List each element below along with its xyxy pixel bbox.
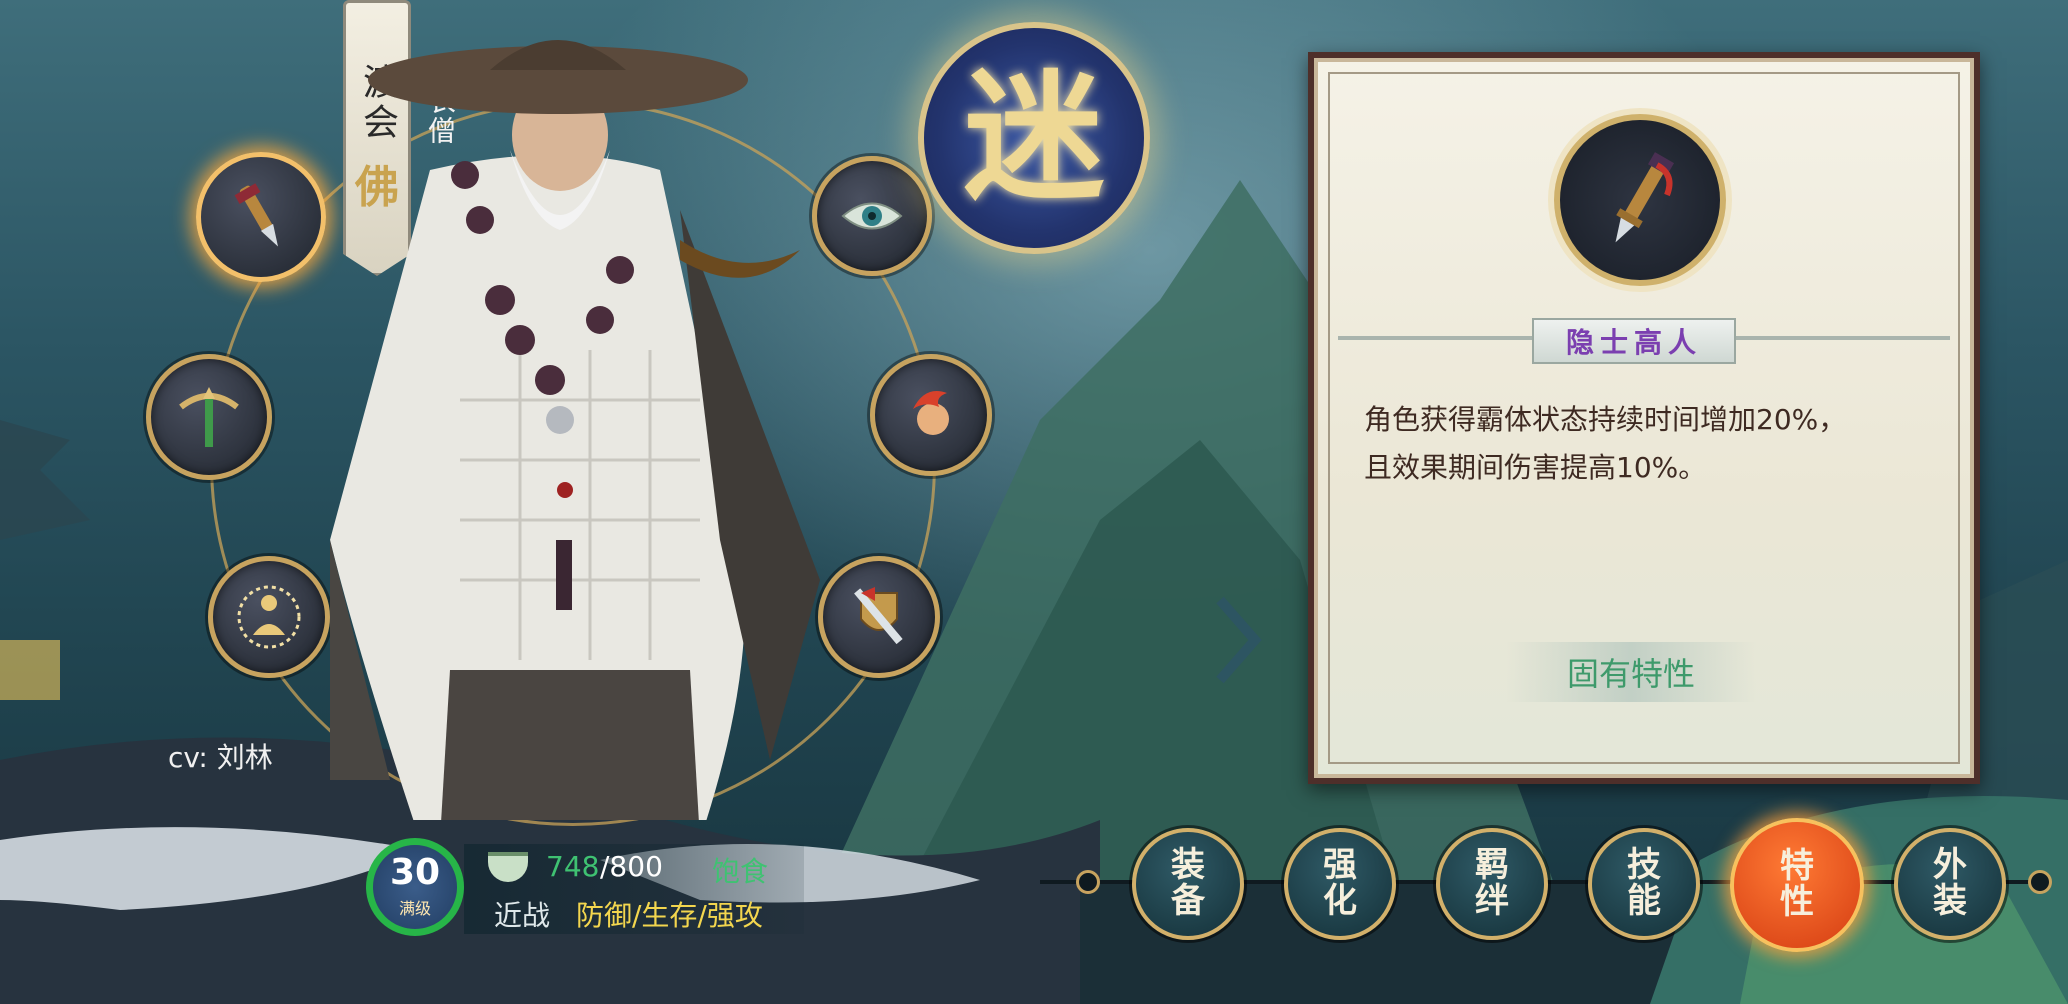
tab-bond-label: 羁绊 <box>1475 845 1509 921</box>
trait-description-line-2: 且效果期间伤害提高10%。 <box>1364 451 1707 484</box>
tab-equipment[interactable]: 装备 <box>1132 828 1244 940</box>
dagger-icon <box>1615 152 1675 243</box>
trait-name: 隐士高人 <box>1565 326 1702 359</box>
tab-traits[interactable]: 特性 <box>1730 818 1864 952</box>
stamina-state: 饱食 <box>712 855 769 888</box>
stamina-max: /800 <box>600 850 663 883</box>
tab-appearance-label: 外装 <box>1933 845 1967 921</box>
rail-dot-right <box>2028 870 2052 894</box>
game-scene: 迷 渡会 佛 白衣僧 <box>0 0 2068 1004</box>
emblem-label: 迷 <box>963 56 1104 220</box>
level-caption: 满级 <box>398 899 431 918</box>
skill-slot-eye[interactable] <box>812 156 932 276</box>
tab-traits-label: 特性 <box>1780 846 1814 922</box>
tab-appearance[interactable]: 外装 <box>1894 828 2006 940</box>
combat-type: 近战 <box>494 899 551 932</box>
rail-dot-left <box>1076 870 1100 894</box>
character-status-bar: 30 满级 748 /800 饱食 近战 防御/生存/强攻 <box>360 838 810 944</box>
trait-name-badge: 隐士高人 <box>1532 318 1736 364</box>
trait-description: 角色获得霸体状态持续时间增加20%， 且效果期间伤害提高10%。 <box>1364 396 1944 492</box>
skill-slot-crossbow[interactable] <box>146 354 272 480</box>
voice-actor-label: cv: 刘林 <box>168 741 273 774</box>
skill-slot-flame-spirit[interactable] <box>870 354 992 476</box>
trait-icon-frame <box>1554 114 1726 286</box>
tab-skills-label: 技能 <box>1627 845 1661 921</box>
tab-bond[interactable]: 羁绊 <box>1436 828 1548 940</box>
tab-enhance[interactable]: 强化 <box>1284 828 1396 940</box>
mystery-emblem[interactable]: 迷 <box>918 22 1150 254</box>
trait-category: 固有特性 <box>1566 655 1695 693</box>
trait-description-line-1: 角色获得霸体状态持续时间增加20%， <box>1364 403 1847 436</box>
skill-slot-sword-shield[interactable] <box>818 556 940 678</box>
crossbow-icon <box>179 387 239 447</box>
character-portrait <box>330 40 820 820</box>
trait-category-tag: 固有特性 <box>1506 642 1756 702</box>
level-value: 30 <box>389 852 441 893</box>
meditation-icon <box>237 585 301 649</box>
sword-shield-icon <box>854 587 903 645</box>
tab-enhance-label: 强化 <box>1323 845 1357 921</box>
stamina-current: 748 <box>546 850 600 883</box>
eye-icon <box>841 202 903 230</box>
character-roles: 防御/生存/强攻 <box>576 899 763 932</box>
level-badge: 30 满级 <box>366 838 464 936</box>
trait-info-panel: 隐士高人 角色获得霸体状态持续时间增加20%， 且效果期间伤害提高10%。 固有… <box>1308 52 1980 784</box>
dagger-icon <box>234 183 278 247</box>
tab-skills[interactable]: 技能 <box>1588 828 1700 940</box>
tab-equipment-label: 装备 <box>1171 845 1205 921</box>
flame-spirit-icon <box>913 391 949 435</box>
